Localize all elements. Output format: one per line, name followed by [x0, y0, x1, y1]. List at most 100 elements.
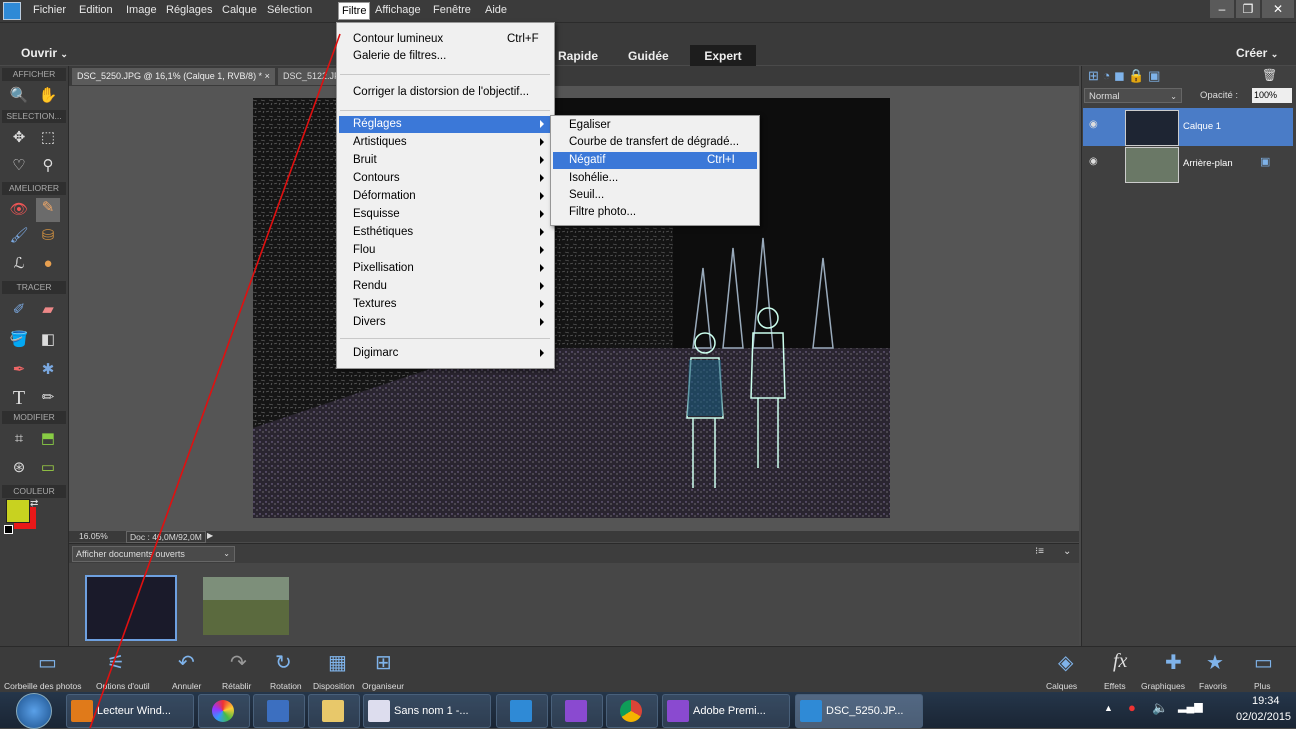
menu-item-divers[interactable]: Divers — [339, 314, 550, 331]
taskbar-item-book[interactable] — [253, 694, 305, 728]
open-button[interactable]: Ouvrir ⌄ — [21, 42, 68, 64]
rotate-icon[interactable]: ↻ — [275, 650, 292, 675]
menu-selection[interactable]: Sélection — [267, 4, 312, 16]
eyedropper-icon[interactable]: ✒ — [9, 360, 29, 380]
graphics-icon[interactable]: ✚ — [1165, 650, 1182, 675]
photo-bin-icon[interactable]: ▭ — [38, 650, 57, 675]
tray-expand-icon[interactable]: ▲ — [1104, 703, 1113, 713]
opacity-field[interactable]: 100% — [1252, 88, 1292, 103]
gradient-icon[interactable]: ◧ — [38, 330, 58, 350]
submenu-item-filtre-photo[interactable]: Filtre photo... — [569, 206, 636, 218]
app-icon[interactable] — [3, 2, 21, 20]
taskbar-item-picasa[interactable] — [198, 694, 250, 728]
taskbar-item-document[interactable]: Sans nom 1 -... — [363, 694, 491, 728]
mode-rapide[interactable]: Rapide — [558, 45, 598, 67]
label-graphiques[interactable]: Graphiques — [1141, 681, 1185, 691]
menu-item-deformation[interactable]: Déformation — [339, 188, 550, 205]
close-icon[interactable]: ✕ — [1262, 0, 1294, 18]
label-retablir[interactable]: Rétablir — [222, 681, 251, 691]
taskbar-item-pre[interactable] — [551, 694, 603, 728]
undo-icon[interactable]: ↶ — [178, 650, 195, 675]
menu-filtre[interactable]: Filtre — [338, 2, 371, 20]
magic-wand-icon[interactable]: ⚲ — [38, 156, 58, 176]
submenu-item-seuil[interactable]: Seuil... — [569, 189, 604, 201]
minimize-icon[interactable]: – — [1210, 0, 1234, 18]
menu-image[interactable]: Image — [126, 4, 157, 16]
menu-item-artistiques[interactable]: Artistiques — [339, 134, 550, 151]
submenu-item-egaliser[interactable]: Egaliser — [569, 119, 611, 131]
label-effets[interactable]: Effets — [1104, 681, 1126, 691]
menu-item-textures[interactable]: Textures — [339, 296, 550, 313]
mode-expert[interactable]: Expert — [690, 45, 756, 67]
play-icon[interactable]: ▶ — [207, 531, 213, 540]
organizer-icon[interactable]: ⊞ — [375, 650, 392, 675]
brush-icon[interactable]: ✐ — [9, 300, 29, 320]
marquee-icon[interactable]: ⬚ — [38, 128, 58, 148]
layout-icon[interactable]: ▦ — [328, 650, 347, 675]
text-icon[interactable]: T — [9, 388, 29, 408]
red-eye-icon[interactable]: 👁 — [9, 200, 29, 220]
menu-item-contours[interactable]: Contours — [339, 170, 550, 187]
eye-icon[interactable]: ◉ — [1089, 156, 1098, 167]
label-disposition[interactable]: Disposition — [313, 681, 355, 691]
taskbar-item-explorer[interactable] — [308, 694, 360, 728]
label-calques[interactable]: Calques — [1046, 681, 1077, 691]
layer-tools-icons[interactable]: ⊞ ◔ ◼ 🔒 ▣ — [1088, 68, 1160, 84]
blur-icon[interactable]: ℒ — [9, 254, 29, 274]
clock-time[interactable]: 19:34 — [1252, 695, 1280, 707]
mode-guidee[interactable]: Guidée — [628, 45, 669, 67]
taskbar-item-pse-doc[interactable]: DSC_5250.JP... — [795, 694, 923, 728]
blend-mode-select[interactable]: Normal ⌄ — [1084, 88, 1182, 103]
redo-icon[interactable]: ↷ — [230, 650, 247, 675]
tab-dsc5122[interactable]: DSC_5122.JP — [278, 68, 346, 85]
zoom-level[interactable]: 16.05% — [79, 531, 108, 541]
taskbar-item-chrome[interactable] — [606, 694, 658, 728]
foreground-color-swatch[interactable] — [6, 499, 30, 523]
smart-brush-icon[interactable]: 🖌 — [9, 226, 29, 246]
favorites-icon[interactable]: ★ — [1206, 650, 1224, 675]
menu-calque[interactable]: Calque — [222, 4, 257, 16]
menu-affichage[interactable]: Affichage — [375, 4, 421, 16]
label-organiseur[interactable]: Organiseur — [362, 681, 404, 691]
volume-icon[interactable]: 🔈 — [1152, 700, 1168, 716]
start-button[interactable] — [16, 693, 52, 729]
healing-brush-icon[interactable]: ✎ — [36, 198, 60, 222]
menu-item-esquisse[interactable]: Esquisse — [339, 206, 550, 223]
menu-item-contour-lumineux[interactable]: Contour lumineux — [353, 33, 443, 45]
zoom-icon[interactable]: 🔍 — [9, 86, 29, 106]
menu-item-rendu[interactable]: Rendu — [339, 278, 550, 295]
menu-fenetre[interactable]: Fenêtre — [433, 4, 471, 16]
menu-item-reglages[interactable]: Réglages — [339, 116, 550, 133]
menu-item-esthetiques[interactable]: Esthétiques — [339, 224, 550, 241]
crop-icon[interactable]: ⌗ — [9, 429, 29, 449]
tool-options-icon[interactable]: ⚟ — [107, 650, 125, 675]
menu-item-corriger[interactable]: Corriger la distorsion de l'objectif... — [353, 86, 529, 98]
taskbar-item-premiere[interactable]: Adobe Premi... — [662, 694, 790, 728]
swap-colors-icon[interactable]: ⇄ — [30, 498, 38, 509]
menu-item-digimarc[interactable]: Digimarc — [339, 345, 550, 362]
menu-edition[interactable]: Edition — [79, 4, 113, 16]
menu-item-galerie[interactable]: Galerie de filtres... — [353, 50, 446, 62]
move-icon[interactable]: ✥ — [9, 128, 29, 148]
label-rotation[interactable]: Rotation — [270, 681, 302, 691]
straighten-icon[interactable]: ▭ — [38, 458, 58, 478]
lasso-icon[interactable]: ♡ — [9, 156, 29, 176]
effects-icon[interactable]: fx — [1113, 650, 1127, 673]
clone-stamp-icon[interactable]: ⛁ — [38, 226, 58, 246]
menu-reglages[interactable]: Réglages — [166, 4, 212, 16]
trash-icon[interactable]: 🗑 — [1262, 68, 1277, 82]
more-icon[interactable]: ▭ — [1254, 650, 1273, 675]
restore-icon[interactable]: ❐ — [1236, 0, 1260, 18]
sponge-icon[interactable]: ● — [38, 254, 58, 274]
submenu-item-courbe[interactable]: Courbe de transfert de dégradé... — [569, 136, 739, 148]
taskbar-item-pse[interactable] — [496, 694, 548, 728]
eye-icon[interactable]: ◉ — [1089, 119, 1098, 130]
default-colors-icon[interactable] — [4, 525, 13, 534]
hand-icon[interactable]: ✋ — [38, 86, 58, 106]
bin-dropdown[interactable]: Afficher documents ouverts ⌄ — [72, 546, 235, 562]
eraser-icon[interactable]: ▰ — [38, 300, 58, 320]
paint-bucket-icon[interactable]: 🪣 — [9, 330, 29, 350]
tab-dsc5250[interactable]: DSC_5250.JPG @ 16,1% (Calque 1, RVB/8) *… — [72, 68, 275, 85]
bin-thumbnail-2[interactable] — [203, 577, 289, 635]
taskbar-item-media-player[interactable]: Lecteur Wind... — [66, 694, 194, 728]
